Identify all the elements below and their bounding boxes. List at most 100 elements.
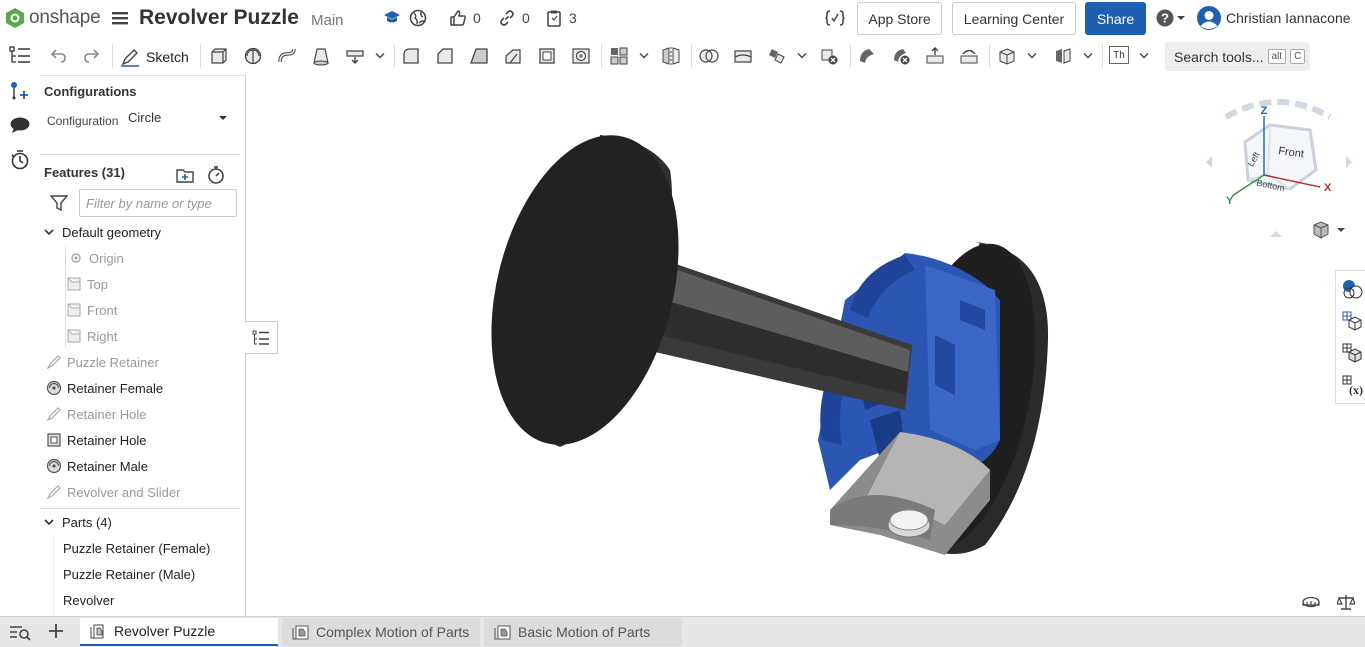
separator bbox=[989, 44, 990, 68]
parts-label: Parts (4) bbox=[62, 514, 112, 530]
fillet-icon[interactable] bbox=[401, 46, 421, 66]
redo-icon[interactable] bbox=[82, 46, 102, 66]
chevron-down-icon[interactable] bbox=[797, 52, 807, 60]
loft-icon[interactable] bbox=[311, 46, 331, 66]
add-tab-icon[interactable] bbox=[48, 623, 64, 639]
graphics-viewport[interactable] bbox=[278, 75, 1335, 615]
geometry-item-front[interactable]: Front bbox=[40, 297, 240, 323]
mirror-icon[interactable] bbox=[661, 46, 681, 66]
user-menu[interactable]: Christian Iannacone bbox=[1197, 6, 1351, 30]
boolean-icon[interactable] bbox=[699, 46, 719, 66]
versions-button[interactable]: 3 bbox=[545, 9, 577, 27]
chevron-down-icon[interactable] bbox=[639, 52, 649, 60]
split-icon[interactable] bbox=[733, 46, 753, 66]
stopwatch-icon[interactable] bbox=[206, 165, 226, 185]
tab-complex-motion[interactable]: Complex Motion of Parts bbox=[282, 618, 480, 646]
feature-list-icon[interactable] bbox=[9, 45, 31, 65]
plane-icon[interactable] bbox=[997, 46, 1017, 66]
variables-icon[interactable]: (x) bbox=[1341, 374, 1363, 396]
pattern-icon[interactable] bbox=[609, 46, 629, 66]
history-icon[interactable] bbox=[9, 149, 31, 171]
feature-label: Retainer Hole bbox=[67, 406, 147, 422]
extrude-icon[interactable] bbox=[209, 46, 229, 66]
section-view-icon[interactable] bbox=[1053, 46, 1073, 66]
search-tabs-icon[interactable] bbox=[9, 625, 31, 641]
chevron-down-icon[interactable] bbox=[1083, 52, 1093, 60]
measure-icon[interactable] bbox=[1302, 594, 1320, 608]
configuration-select[interactable]: Circle bbox=[122, 106, 236, 130]
geometry-item-right[interactable]: Right bbox=[40, 323, 240, 349]
replace-face-icon[interactable] bbox=[959, 46, 979, 66]
view-cube[interactable]: Z X Y Front Left Bottom bbox=[1198, 92, 1360, 242]
part-item[interactable]: Revolver bbox=[40, 587, 240, 613]
document-title[interactable]: Revolver Puzzle bbox=[139, 6, 299, 30]
feature-item[interactable]: Revolver and Slider bbox=[40, 479, 240, 505]
workspace-name[interactable]: Main bbox=[311, 12, 344, 29]
feature-item[interactable]: Retainer Female bbox=[40, 375, 240, 401]
tab-basic-motion[interactable]: Basic Motion of Parts bbox=[484, 618, 682, 646]
chevron-down-icon[interactable] bbox=[1027, 52, 1037, 60]
app-store-button[interactable]: App Store bbox=[857, 2, 942, 35]
learning-center-button[interactable]: Learning Center bbox=[952, 2, 1076, 35]
configurations-icon[interactable] bbox=[1341, 342, 1363, 364]
move-face-icon[interactable] bbox=[925, 46, 945, 66]
geometry-item-origin[interactable]: Origin bbox=[40, 245, 240, 271]
separator bbox=[1102, 44, 1103, 68]
chamfer-icon[interactable] bbox=[435, 46, 455, 66]
rib-icon[interactable] bbox=[503, 46, 523, 66]
thicken-icon[interactable] bbox=[345, 46, 365, 66]
filter-icon[interactable] bbox=[50, 195, 68, 211]
chevron-down-icon[interactable] bbox=[1139, 52, 1149, 60]
links-button[interactable]: 0 bbox=[498, 9, 530, 27]
like-button[interactable]: 0 bbox=[449, 9, 481, 27]
sketch-button[interactable]: Sketch bbox=[120, 47, 189, 67]
part-item[interactable]: Puzzle Retainer (Male) bbox=[40, 561, 240, 587]
parts-group[interactable]: Parts (4) bbox=[40, 509, 240, 535]
toggle-feature-list-button[interactable] bbox=[245, 321, 278, 354]
feature-item[interactable]: Retainer Hole bbox=[40, 427, 240, 453]
tab-revolver-puzzle[interactable]: Revolver Puzzle bbox=[80, 618, 278, 646]
shell-icon[interactable] bbox=[537, 46, 557, 66]
feature-panel: Configurations Configuration Circle Feat… bbox=[40, 75, 246, 616]
revolve-icon[interactable] bbox=[243, 46, 263, 66]
variable-studio-icon[interactable] bbox=[825, 9, 845, 27]
feature-label: Retainer Female bbox=[67, 380, 164, 396]
delete-face-icon[interactable] bbox=[891, 46, 911, 66]
sweep-icon[interactable] bbox=[277, 46, 297, 66]
add-folder-icon[interactable] bbox=[175, 166, 195, 184]
left-rail bbox=[0, 37, 40, 647]
default-geometry-group[interactable]: Default geometry bbox=[40, 219, 240, 245]
modify-fillet-icon[interactable] bbox=[857, 46, 877, 66]
balance-icon[interactable] bbox=[1337, 594, 1355, 610]
learning-icon[interactable] bbox=[383, 9, 401, 25]
onshape-logo[interactable]: onshape bbox=[4, 7, 101, 29]
globe-icon[interactable] bbox=[409, 9, 427, 27]
tab-label: Complex Motion of Parts bbox=[316, 624, 470, 640]
draft-icon[interactable] bbox=[469, 46, 489, 66]
view-options-menu[interactable] bbox=[1312, 221, 1346, 239]
filter-input[interactable]: Filter by name or type bbox=[79, 189, 237, 217]
geometry-item-top[interactable]: Top bbox=[40, 271, 240, 297]
assembly-icon bbox=[292, 625, 309, 640]
undo-icon[interactable] bbox=[48, 46, 68, 66]
part-item[interactable]: Puzzle Retainer (Female) bbox=[40, 535, 240, 561]
feature-item[interactable]: Retainer Male bbox=[40, 453, 240, 479]
hole-icon[interactable] bbox=[571, 46, 591, 66]
text-tool-icon[interactable]: Th bbox=[1109, 46, 1129, 64]
share-button[interactable]: Share bbox=[1085, 2, 1146, 35]
comments-icon[interactable] bbox=[9, 115, 31, 135]
delete-part-icon[interactable] bbox=[819, 46, 839, 66]
help-menu[interactable]: ? bbox=[1156, 9, 1186, 27]
feature-item[interactable]: Puzzle Retainer bbox=[40, 349, 240, 375]
feature-item[interactable]: Retainer Hole bbox=[40, 401, 240, 427]
instance-insert-icon[interactable] bbox=[9, 81, 31, 103]
3d-model[interactable] bbox=[278, 75, 1335, 615]
menu-icon[interactable] bbox=[112, 10, 128, 26]
appearance-icon[interactable] bbox=[1341, 278, 1363, 300]
transform-icon[interactable] bbox=[767, 46, 787, 66]
chevron-down-icon[interactable] bbox=[375, 52, 385, 60]
search-tools-button[interactable]: Search tools... alt C bbox=[1165, 42, 1310, 71]
part-label: Revolver bbox=[63, 592, 115, 608]
mass-properties-icon[interactable] bbox=[1341, 310, 1363, 332]
assembly-icon bbox=[494, 625, 511, 640]
